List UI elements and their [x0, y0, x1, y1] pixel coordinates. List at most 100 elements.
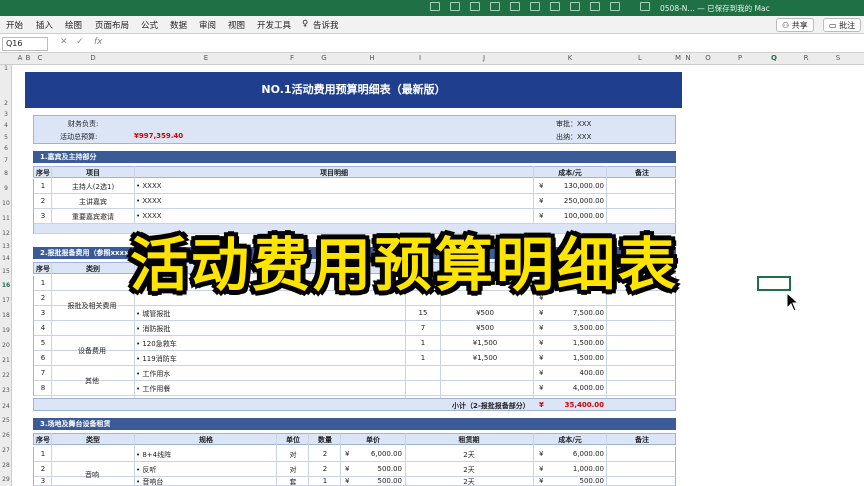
row-header[interactable]: 9: [0, 185, 12, 192]
cell-no: 3: [40, 309, 46, 317]
tab-view[interactable]: 视图: [228, 19, 245, 31]
name-box[interactable]: Q16: [2, 37, 48, 51]
row-header[interactable]: 21: [0, 357, 12, 364]
col-header[interactable]: R: [804, 54, 809, 62]
col-header[interactable]: D: [90, 54, 95, 62]
row-header-active[interactable]: 16: [0, 282, 12, 289]
tab-formulas[interactable]: 公式: [141, 19, 158, 31]
col-header[interactable]: E: [204, 54, 208, 62]
row-header[interactable]: 18: [0, 312, 12, 319]
cell-currency: ¥: [539, 309, 544, 317]
table-row[interactable]: 2 • 反听 对 2 ¥ 500.00 2天 ¥ 1,000.00: [33, 462, 676, 477]
tab-home[interactable]: 开始: [6, 19, 23, 31]
chart-icon[interactable]: [610, 2, 620, 11]
fx-icon[interactable]: fx: [94, 37, 103, 47]
cell-unit: 套: [289, 478, 297, 486]
row-header[interactable]: 6: [0, 145, 12, 152]
row-header[interactable]: 10: [0, 200, 12, 207]
col-header[interactable]: J: [483, 54, 485, 62]
cell-qty: 1: [420, 354, 426, 362]
row-header[interactable]: 29: [0, 476, 12, 483]
tab-insert[interactable]: 插入: [36, 19, 53, 31]
confirm-icon[interactable]: ✓: [76, 37, 84, 47]
row-header[interactable]: 13: [0, 243, 12, 250]
tab-developer[interactable]: 开发工具: [257, 19, 291, 31]
tab-draw[interactable]: 绘图: [65, 19, 82, 31]
row-header[interactable]: 5: [0, 134, 12, 141]
table-row[interactable]: 8 • 工作用餐 ¥ 4,000.00: [33, 381, 676, 396]
tab-tell-me[interactable]: 告诉我: [313, 19, 339, 31]
table-row[interactable]: 7 • 工作用水 ¥ 400.00: [33, 366, 676, 381]
format-icon[interactable]: [570, 2, 580, 11]
table-row[interactable]: 1 主持人(2选1) • XXXX ¥ 130,000.00: [33, 179, 676, 194]
row-header[interactable]: 2: [0, 100, 12, 107]
undo-icon[interactable]: [450, 2, 460, 11]
table-row[interactable]: 6 • 119消防车 1 ¥1,500 ¥ 1,500.00: [33, 351, 676, 366]
lightbulb-icon: ♀: [302, 19, 309, 29]
row-header[interactable]: 7: [0, 157, 12, 164]
filter-icon[interactable]: [550, 2, 560, 11]
col-header[interactable]: I: [419, 54, 421, 62]
col-header[interactable]: B: [26, 54, 31, 62]
th-unit-price: 单价: [366, 436, 380, 444]
row-header[interactable]: 28: [0, 462, 12, 469]
cancel-icon[interactable]: ✕: [60, 37, 68, 47]
print-icon[interactable]: [490, 2, 500, 11]
th-cost: 成本/元: [558, 169, 582, 177]
row-header[interactable]: 26: [0, 432, 12, 439]
selected-cell-q16[interactable]: [757, 276, 791, 291]
th-type: 类型: [86, 436, 100, 444]
row-header[interactable]: 27: [0, 447, 12, 454]
row-header[interactable]: 22: [0, 372, 12, 379]
col-header[interactable]: G: [321, 54, 326, 62]
col-header[interactable]: S: [836, 54, 840, 62]
row-header[interactable]: 25: [0, 417, 12, 424]
tab-data[interactable]: 数据: [170, 19, 187, 31]
sort-icon[interactable]: [530, 2, 540, 11]
tab-page-layout[interactable]: 页面布局: [95, 19, 129, 31]
table-icon[interactable]: [590, 2, 600, 11]
row-header[interactable]: 4: [0, 122, 12, 129]
row-header[interactable]: 17: [0, 297, 12, 304]
col-header[interactable]: C: [38, 54, 43, 62]
col-header[interactable]: A: [18, 54, 23, 62]
save-icon[interactable]: [430, 2, 440, 11]
row-header[interactable]: 14: [0, 255, 12, 262]
row-header[interactable]: 20: [0, 342, 12, 349]
table-row[interactable]: 3 • 城管报批 15 ¥500 ¥ 7,500.00: [33, 306, 676, 321]
row-header[interactable]: 3: [0, 111, 12, 118]
row-header[interactable]: 11: [0, 215, 12, 222]
col-header-active[interactable]: Q: [771, 54, 777, 62]
row-header[interactable]: 1: [0, 65, 12, 72]
col-header[interactable]: O: [705, 54, 711, 62]
col-header[interactable]: P: [738, 54, 742, 62]
cell-qty: 15: [418, 309, 428, 317]
row-header[interactable]: 23: [0, 387, 12, 394]
cell-qty: 2: [322, 465, 328, 473]
cell-price: 500.00: [377, 477, 403, 485]
share-button[interactable]: ⚇ 共享: [776, 18, 814, 32]
table-row[interactable]: 1 • 8+4线阵 对 2 ¥ 6,000.00 2天 ¥ 6,000.00: [33, 447, 676, 462]
col-header[interactable]: N: [685, 54, 690, 62]
row-header[interactable]: 15: [0, 268, 12, 275]
row-header[interactable]: 8: [0, 170, 12, 177]
col-header[interactable]: K: [568, 54, 573, 62]
col-header[interactable]: F: [290, 54, 294, 62]
redo-icon[interactable]: [470, 2, 480, 11]
subtotal-label: 小计（2-报批报备部分）: [452, 402, 530, 410]
col-header[interactable]: M: [675, 54, 681, 62]
col-header[interactable]: L: [638, 54, 642, 62]
col-header[interactable]: H: [369, 54, 374, 62]
table-row[interactable]: 5 • 120急救车 1 ¥1,500 ¥ 1,500.00: [33, 336, 676, 351]
row-header[interactable]: 19: [0, 327, 12, 334]
cell-no: 7: [40, 369, 46, 377]
cell-detail: • XXXX: [136, 197, 162, 205]
table-row[interactable]: 3 • 音响台 套 1 ¥ 500.00 2天 ¥ 500.00: [33, 477, 676, 486]
comment-button[interactable]: ▭ 批注: [823, 18, 862, 32]
row-header[interactable]: 12: [0, 230, 12, 237]
sum-icon[interactable]: [510, 2, 520, 11]
table-row[interactable]: 4 • 消防报批 7 ¥500 ¥ 3,500.00: [33, 321, 676, 336]
tab-review[interactable]: 审阅: [199, 19, 216, 31]
table-row[interactable]: 2 主讲嘉宾 • XXXX ¥ 250,000.00: [33, 194, 676, 209]
row-header[interactable]: 24: [0, 403, 12, 410]
